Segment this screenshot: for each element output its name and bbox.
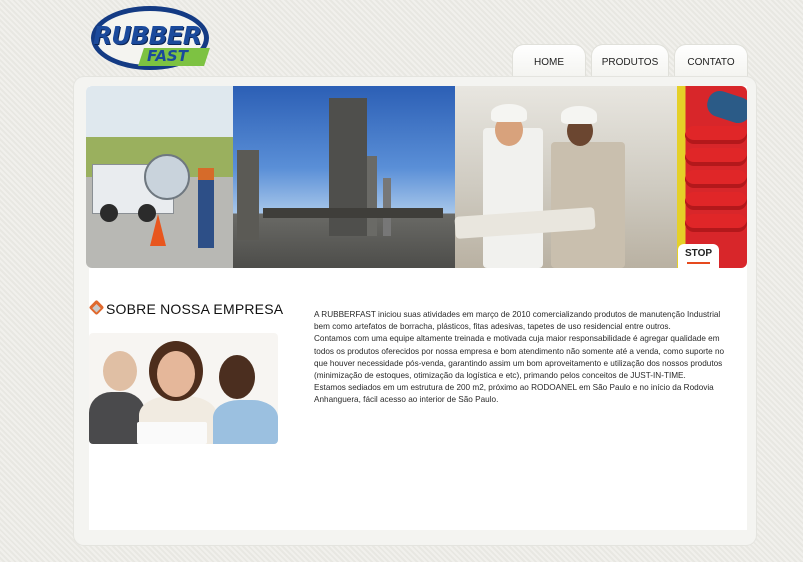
- banner-photo-refinery: [233, 86, 455, 268]
- red-coil: [685, 214, 747, 232]
- documents: [137, 422, 207, 444]
- main-nav: HOME PRODUTOS CONTATO: [512, 44, 748, 80]
- hard-hat: [561, 106, 597, 124]
- stop-underline: [687, 262, 710, 264]
- traffic-cone: [150, 214, 166, 246]
- team-photo: [89, 333, 278, 444]
- company-logo[interactable]: RUBBER FAST: [89, 4, 211, 72]
- blue-pipe: [704, 87, 747, 127]
- red-coil: [685, 170, 747, 188]
- hard-hat: [491, 104, 527, 122]
- person-face-right: [219, 355, 255, 399]
- person-face-center: [157, 351, 195, 397]
- nav-contato[interactable]: CONTATO: [674, 44, 748, 80]
- about-paragraph-3: Estamos sediados em um estrutura de 200 …: [314, 383, 714, 405]
- about-paragraph-1: A RUBBERFAST iniciou suas atividades em …: [314, 310, 721, 332]
- engineer-right: [551, 142, 625, 268]
- refinery-stack: [367, 156, 377, 236]
- about-paragraph-2: Contamos com uma equipe altamente treina…: [314, 334, 725, 381]
- red-coil: [685, 148, 747, 166]
- worker-figure: [198, 168, 214, 248]
- logo-text-rubber: RUBBER: [93, 21, 202, 50]
- banner-photo-pipes: [677, 86, 747, 268]
- truck-wheel: [100, 204, 118, 222]
- person-shirt-right: [213, 400, 278, 444]
- red-coil: [685, 126, 747, 144]
- person-face-left: [103, 351, 137, 391]
- banner-photo-vacuum-truck: [86, 86, 233, 268]
- refinery-rail: [263, 208, 443, 218]
- refinery-structure: [237, 150, 259, 240]
- nav-produtos[interactable]: PRODUTOS: [591, 44, 669, 80]
- engineer-left: [483, 128, 543, 268]
- truck-tank-shape: [144, 154, 190, 200]
- about-text: A RUBBERFAST iniciou suas atividades em …: [314, 309, 726, 407]
- banner-photo-engineers: [454, 86, 677, 268]
- refinery-stack: [383, 178, 391, 236]
- stop-label: STOP: [684, 248, 713, 259]
- nav-home[interactable]: HOME: [512, 44, 586, 80]
- red-coil: [685, 192, 747, 210]
- banner-slideshow: STOP: [86, 86, 747, 268]
- section-title: SOBRE NOSSA EMPRESA: [106, 301, 284, 317]
- logo-text-fast: FAST: [147, 47, 188, 65]
- slideshow-stop-button[interactable]: STOP: [678, 244, 719, 268]
